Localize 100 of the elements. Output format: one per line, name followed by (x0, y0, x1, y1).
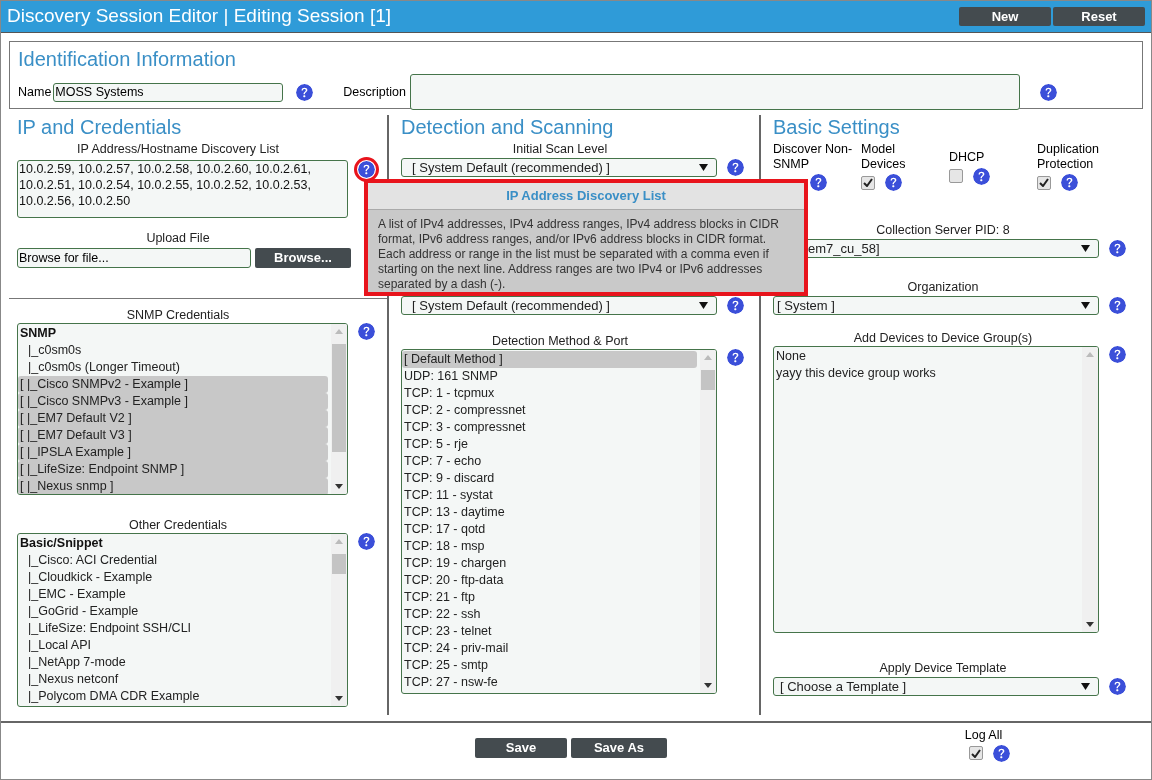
list-item[interactable]: Basic/Snippet (18, 535, 328, 552)
help-icon[interactable] (296, 83, 314, 101)
help-icon[interactable] (1109, 678, 1126, 695)
list-item[interactable]: [ Default Method ] (402, 351, 697, 368)
help-icon[interactable] (358, 533, 375, 550)
section-heading: Basic Settings (773, 115, 901, 139)
list-item[interactable]: TCP: 3 - compressnet (402, 419, 697, 436)
action-button[interactable]: Browse... (255, 248, 351, 268)
scroll-thumb[interactable] (332, 344, 346, 452)
list-item[interactable]: TCP: 11 - systat (402, 487, 697, 504)
help-icon[interactable] (973, 167, 990, 185)
help-icon[interactable] (1109, 240, 1126, 257)
list-item[interactable]: TCP: 13 - daytime (402, 504, 697, 521)
scrollbar[interactable] (331, 324, 347, 494)
scan-select[interactable]: [ System Default (recommended) ] (401, 296, 717, 315)
checkbox[interactable] (861, 175, 875, 190)
scroll-down-icon[interactable] (335, 696, 343, 701)
help-icon[interactable] (358, 323, 375, 340)
scroll-down-icon[interactable] (335, 484, 343, 489)
field-label: Upload File (145, 230, 211, 246)
list-item[interactable]: None (774, 348, 1079, 365)
list-box[interactable] (401, 349, 717, 694)
checkbox[interactable] (1037, 175, 1051, 190)
list-item[interactable]: SNMP (18, 325, 328, 342)
list-item[interactable]: |_LifeSize: Endpoint SSH/CLI (18, 620, 328, 637)
list-item[interactable]: TCP: 24 - priv-mail (402, 640, 697, 657)
list-item[interactable]: [ |_LifeSize: Endpoint SNMP ] (18, 461, 328, 478)
caret-icon (699, 164, 708, 171)
list-item[interactable]: TCP: 20 - ftp-data (402, 572, 697, 589)
list-item[interactable]: TCP: 25 - smtp (402, 657, 697, 674)
checkbox[interactable] (949, 169, 963, 183)
list-box[interactable]: Basic/Snippet |_Cisco: ACI Credential |_Cloudkick - Example |_EMC - Example |_GoGrid - Example |_LifeSize: Endpoint SSH/CLI |_Local API |_NetApp 7-mode |_Nexus netconf |_Polycom DMA CDR Example (17, 533, 348, 707)
list-item[interactable]: [ |_EM7 Default V2 ] (18, 410, 328, 427)
list-item[interactable]: TCP: 18 - msp (402, 538, 697, 555)
scroll-thumb[interactable] (701, 370, 715, 390)
scrollbar[interactable] (1082, 347, 1098, 632)
list-box[interactable]: None yayy this device group works (773, 346, 1099, 633)
list-item[interactable]: TCP: 2 - compressnet (402, 402, 697, 419)
template-select[interactable]: [ Choose a Template ] (773, 677, 1099, 696)
ip-list-field[interactable]: 10.0.2.59, 10.0.2.57, 10.0.2.58, 10.0.2.60, 10.0.2.61, 10.0.2.51, 10.0.2.54, 10.0.2.55, 10.0.2.52, 10.0.2.53, 10.0.2.56, 10.0.2.50 (17, 160, 349, 218)
list-item[interactable]: |_Cloudkick - Example (18, 569, 328, 586)
help-icon[interactable] (885, 174, 902, 191)
scan-level-select[interactable]: [ System Default (recommended) ] (401, 158, 717, 177)
list-item[interactable]: |_Polycom DMA CDR Example (18, 688, 328, 705)
list-item[interactable]: TCP: 27 - nsw-fe (402, 674, 697, 691)
list-item[interactable]: |_GoGrid - Example (18, 603, 328, 620)
list-item[interactable]: TCP: 7 - echo (402, 453, 697, 470)
field-label: Description (343, 83, 406, 101)
list-item[interactable]: TCP: 19 - chargen (402, 555, 697, 572)
list-item[interactable]: [ |_Cisco SNMPv2 - Example ] (18, 376, 328, 393)
list-item[interactable]: TCP: 22 - ssh (402, 606, 697, 623)
list-item[interactable]: [ |_EM7 Default V3 ] (18, 427, 328, 444)
help-icon[interactable] (1061, 174, 1078, 191)
list-item[interactable]: yayy this device group works (774, 365, 1079, 382)
help-icon[interactable] (1109, 297, 1126, 314)
organization-select[interactable]: [ System ] (773, 296, 1099, 315)
window-title: Discovery Session Editor | Editing Session [1] (7, 4, 393, 29)
list-item[interactable]: |_Local API (18, 637, 328, 654)
list-item[interactable]: |_NetApp 7-mode (18, 654, 328, 671)
help-icon[interactable] (1109, 346, 1126, 363)
name-field[interactable]: MOSS Systems (53, 82, 284, 102)
list-item[interactable]: |_c0sm0s (Longer Timeout) (18, 359, 328, 376)
help-icon[interactable] (727, 297, 744, 314)
action-button[interactable]: Reset (1053, 7, 1145, 26)
field-label: Organization (906, 279, 980, 295)
list-item[interactable]: |_c0sm0s (18, 342, 328, 359)
scroll-thumb[interactable] (332, 554, 346, 574)
list-item[interactable]: UDP: 161 SNMP (402, 368, 697, 385)
list-item[interactable]: TCP: 17 - qotd (402, 521, 697, 538)
list-item[interactable]: TCP: 5 - rje (402, 436, 697, 453)
description-field[interactable] (409, 74, 1020, 110)
scroll-down-icon[interactable] (704, 683, 712, 688)
list-item[interactable]: TCP: 9 - discard (402, 470, 697, 487)
help-icon[interactable] (1039, 83, 1057, 101)
list-item[interactable]: |_Cisco: ACI Credential (18, 552, 328, 569)
list-item[interactable]: |_Nexus netconf (18, 671, 328, 688)
list-item[interactable]: TCP: 21 - ftp (402, 589, 697, 606)
scrollbar[interactable] (331, 534, 347, 706)
list-item[interactable]: TCP: 1 - tcpmux (402, 385, 697, 402)
action-button[interactable]: New (959, 7, 1051, 26)
scrollbar[interactable] (700, 350, 716, 693)
file-field[interactable]: Browse for file... (17, 248, 251, 268)
checkbox[interactable] (969, 746, 983, 761)
scroll-down-icon[interactable] (1086, 622, 1094, 627)
list-item[interactable]: TCP: 23 - telnet (402, 623, 697, 640)
caret-icon (699, 302, 708, 309)
action-button[interactable]: Save (475, 738, 567, 758)
caret-icon (1081, 302, 1090, 309)
action-button[interactable]: Save As (571, 738, 667, 758)
list-item[interactable]: [ |_IPSLA Example ] (18, 444, 328, 461)
field-label: Apply Device Template (878, 660, 1008, 676)
list-box[interactable] (17, 323, 348, 495)
list-item[interactable]: |_EMC - Example (18, 586, 328, 603)
help-icon[interactable] (727, 349, 744, 366)
field-label: Initial Scan Level (511, 141, 609, 157)
help-icon[interactable] (993, 744, 1010, 762)
list-item[interactable]: [ |_Nexus snmp ] (18, 478, 328, 494)
help-icon[interactable] (727, 159, 744, 176)
list-item[interactable]: [ |_Cisco SNMPv3 - Example ] (18, 393, 328, 410)
help-icon[interactable] (810, 174, 827, 191)
